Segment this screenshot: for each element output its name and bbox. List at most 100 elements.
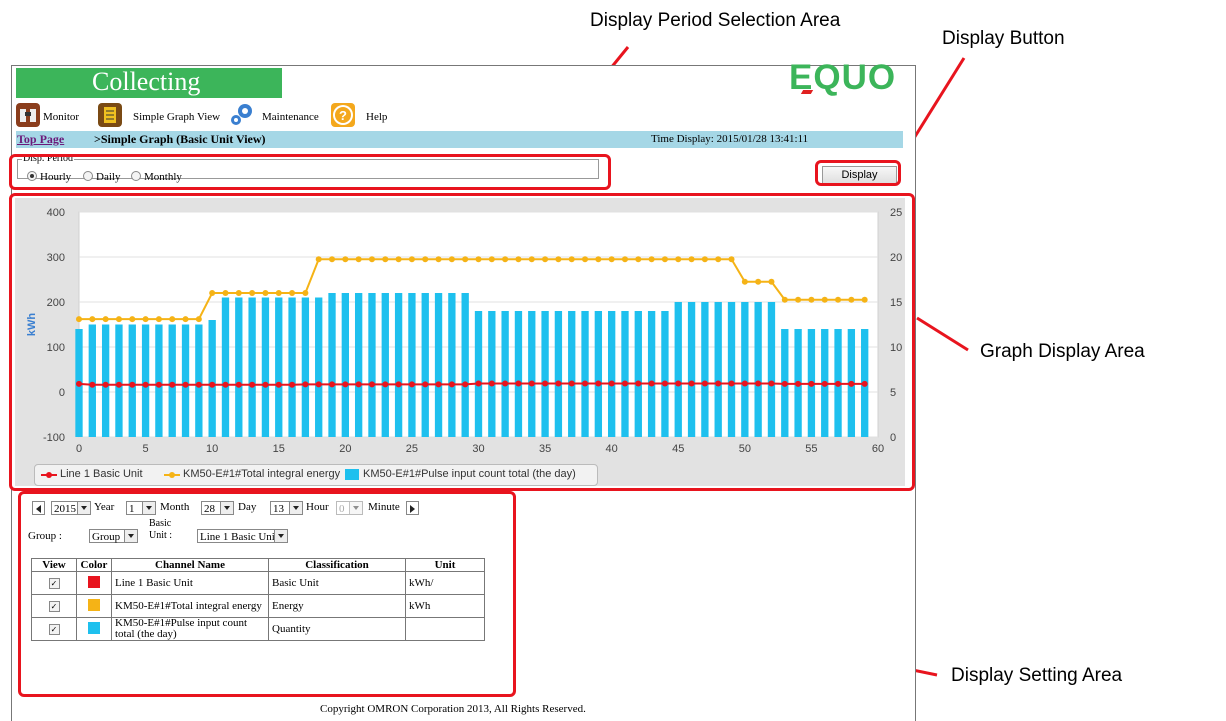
series-point — [142, 381, 149, 388]
series-point — [142, 316, 149, 323]
series-point — [755, 278, 762, 285]
group-select[interactable]: Group — [89, 529, 138, 543]
y-tick-left: 400 — [47, 207, 65, 219]
series-point — [235, 290, 242, 296]
series-point — [435, 256, 442, 263]
radio-monthly-indicator[interactable] — [131, 171, 141, 181]
series-point — [715, 380, 722, 387]
legend-series-1[interactable]: Line 1 Basic Unit — [60, 468, 143, 480]
series-point — [648, 380, 655, 387]
bar — [155, 324, 163, 437]
nav-monitor[interactable]: Monitor — [43, 111, 79, 123]
bar — [634, 311, 642, 437]
view-checkbox[interactable]: ✓ — [48, 578, 60, 589]
series-point — [635, 380, 642, 387]
series-point — [222, 381, 229, 388]
series-point — [688, 380, 695, 387]
series-point — [422, 256, 429, 263]
month-select[interactable]: 1 — [126, 501, 156, 515]
color-cell — [76, 571, 112, 595]
nav-simple-graph[interactable]: Simple Graph View — [133, 111, 220, 123]
series-point — [728, 380, 735, 387]
bar — [647, 311, 656, 437]
year-select[interactable]: 2015 — [51, 501, 91, 515]
bar — [394, 293, 403, 437]
y-tick-left: 300 — [47, 252, 65, 264]
bar — [408, 293, 416, 437]
y-tick-left: 100 — [47, 342, 65, 354]
series-point — [595, 380, 602, 387]
radio-hourly-indicator[interactable] — [27, 171, 37, 181]
bar — [195, 324, 203, 437]
series-point — [102, 316, 109, 323]
minute-label: Minute — [368, 501, 400, 513]
bar — [767, 302, 776, 437]
breadcrumb-current: >Simple Graph (Basic Unit View) — [94, 132, 266, 146]
series-point — [515, 380, 522, 387]
display-button[interactable]: Display — [822, 166, 897, 185]
radio-daily-indicator[interactable] — [83, 171, 93, 181]
bar — [235, 297, 243, 437]
radio-daily[interactable]: Daily — [83, 171, 120, 183]
radio-monthly[interactable]: Monthly — [131, 171, 182, 183]
period-selection: Disp. Period Hourly Daily Monthly — [17, 153, 605, 186]
radio-monthly-label: Monthly — [144, 171, 182, 183]
simple-graph-icon[interactable] — [98, 103, 122, 127]
bar — [128, 324, 136, 437]
series-point — [781, 380, 788, 387]
nav-help[interactable]: Help — [366, 111, 387, 123]
legend-series-2[interactable]: KM50-E#1#Total integral energy — [183, 468, 340, 480]
view-checkbox[interactable]: ✓ — [48, 601, 60, 612]
table-row: ✓ Line 1 Basic Unit Basic Unit kWh/ — [31, 571, 485, 595]
legend-series-3[interactable]: KM50-E#1#Pulse input count total (the da… — [363, 468, 576, 480]
maintenance-icon[interactable] — [229, 102, 253, 126]
basic-unit-value: Line 1 Basic Unit — [200, 531, 278, 543]
classification: Energy — [268, 594, 406, 618]
series-point — [821, 380, 828, 387]
graph-area: 400 300 200 100 0 -100 25 20 15 10 5 0 0 5 10 15 20 25 30 3… — [15, 198, 905, 486]
col-unit: Unit — [405, 558, 485, 572]
color-swatch[interactable] — [88, 575, 100, 588]
radio-hourly[interactable]: Hourly — [27, 171, 71, 183]
x-tick: 45 — [672, 443, 684, 455]
basic-unit-select[interactable]: Line 1 Basic Unit — [197, 529, 288, 543]
hour-select[interactable]: 13 — [270, 501, 303, 515]
bar — [275, 297, 283, 437]
bar — [315, 297, 323, 437]
equo-logo: EQUO — [789, 58, 896, 98]
color-swatch[interactable] — [88, 621, 100, 634]
status-title: Collecting — [92, 67, 201, 96]
series-point — [342, 256, 349, 263]
series-point — [848, 296, 855, 303]
series-point — [582, 380, 589, 387]
series-point — [675, 380, 682, 387]
nav-maintenance[interactable]: Maintenance — [262, 111, 319, 123]
bar — [687, 302, 696, 437]
x-tick: 50 — [739, 443, 751, 455]
series-point — [741, 278, 748, 285]
color-swatch[interactable] — [88, 598, 100, 611]
help-icon[interactable]: ? — [331, 103, 355, 127]
bar — [341, 293, 349, 437]
series-point — [475, 380, 482, 387]
series-point — [528, 380, 535, 387]
series-point — [608, 256, 615, 263]
radio-daily-label: Daily — [96, 171, 121, 183]
bar — [448, 293, 456, 437]
monitor-icon[interactable] — [16, 103, 40, 127]
view-checkbox[interactable]: ✓ — [48, 624, 60, 635]
series-point — [821, 296, 828, 303]
series-point — [568, 256, 575, 263]
prev-period-button[interactable] — [32, 501, 45, 515]
bar — [88, 324, 96, 437]
series-point — [76, 316, 82, 323]
breadcrumb-top-page[interactable]: Top Page — [17, 132, 64, 147]
callout-line-graph — [916, 316, 969, 352]
day-select[interactable]: 28 — [201, 501, 234, 515]
next-period-button[interactable] — [406, 501, 419, 515]
series-point — [648, 256, 655, 263]
bar — [568, 311, 576, 437]
series-point — [209, 290, 216, 296]
series-point — [76, 380, 82, 387]
series-point — [182, 381, 189, 388]
